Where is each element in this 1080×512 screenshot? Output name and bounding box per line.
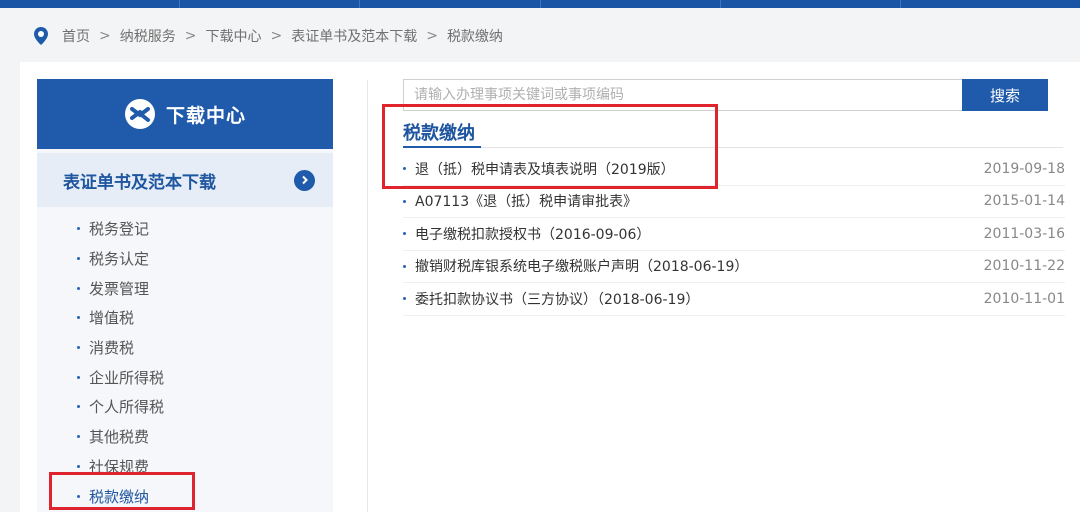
bullet-icon [403, 167, 406, 171]
breadcrumb-current[interactable]: 税款缴纳 [447, 26, 503, 46]
sidebar-item-label: 其他税费 [89, 428, 150, 447]
sidebar-item-label: 社保规费 [89, 457, 150, 476]
sidebar-item[interactable]: 个人所得税 [77, 392, 164, 422]
bullet-icon [77, 464, 80, 468]
sidebar-item[interactable]: 企业所得税 [77, 362, 164, 392]
bullet-icon [403, 199, 406, 203]
chevron-right-icon[interactable] [294, 169, 315, 191]
top-nav-segment[interactable] [180, 0, 361, 8]
document-row: 撤销财税库银系统电子缴税账户声明（2018-06-19） 2010-11-22 [403, 251, 1065, 283]
bullet-icon [403, 297, 406, 301]
sidebar-item[interactable]: 税务登记 [77, 214, 164, 244]
location-pin-icon [34, 26, 50, 46]
sidebar-category-label: 表证单书及范本下载 [63, 172, 216, 193]
document-date: 2010-11-22 [983, 258, 1065, 275]
top-nav-bar [0, 0, 1080, 8]
document-link[interactable]: 撤销财税库银系统电子缴税账户声明（2018-06-19） [415, 256, 748, 276]
bullet-icon [77, 375, 80, 379]
bullet-icon [77, 435, 80, 439]
top-nav-segment[interactable] [0, 0, 181, 8]
sidebar-item[interactable]: 社保规费 [77, 452, 164, 482]
document-row: 电子缴税扣款授权书（2016-09-06） 2011-03-16 [403, 218, 1065, 251]
document-date: 2011-03-16 [983, 225, 1065, 242]
top-nav-segment[interactable] [360, 0, 541, 8]
sidebar-item-label: 增值税 [89, 309, 135, 328]
top-nav-segment[interactable] [901, 0, 1080, 8]
breadcrumb-forms[interactable]: 表证单书及范本下载 [291, 26, 417, 46]
breadcrumb-separator: > [426, 28, 438, 44]
bullet-icon [77, 346, 80, 350]
document-row: 委托扣款协议书（三方协议）（2018-06-19） 2010-11-01 [403, 283, 1065, 316]
search-button[interactable]: 搜索 [962, 79, 1048, 111]
section-title: 税款缴纳 [403, 123, 475, 144]
document-date: 2019-09-18 [983, 160, 1065, 177]
download-center-logo-icon [124, 98, 156, 130]
document-link[interactable]: 退（抵）税申请表及填表说明（2019版） [415, 159, 675, 179]
breadcrumb-separator: > [184, 28, 197, 44]
document-list: 退（抵）税申请表及填表说明（2019版） 2019-09-18 A07113《退… [403, 153, 1065, 316]
sidebar-category[interactable]: 表证单书及范本下载 [37, 153, 333, 207]
section-title-underline [403, 146, 481, 148]
sidebar-list: 税务登记 税务认定 发票管理 增值税 消费税 企业所得税 个人所得税 其他税费 … [77, 214, 164, 511]
sidebar-header: 下载中心 [37, 79, 333, 149]
breadcrumb: 首页 > 纳税服务 > 下载中心 > 表证单书及范本下载 > 税款缴纳 [34, 26, 503, 46]
bullet-icon [77, 316, 80, 320]
divider [403, 147, 1063, 148]
sidebar-item-active[interactable]: 税款缴纳 [77, 481, 164, 511]
document-row: A07113《退（抵）税申请审批表》 2015-01-14 [403, 186, 1065, 218]
document-link[interactable]: A07113《退（抵）税申请审批表》 [415, 191, 637, 211]
search-input[interactable] [403, 79, 963, 111]
sidebar-item-label: 消费税 [89, 339, 135, 358]
main-content: 下载中心 表证单书及范本下载 税务登记 税务认定 发票管理 增值税 消费税 企业… [20, 62, 1080, 512]
sidebar-item-label: 税务认定 [89, 250, 150, 269]
bullet-icon [77, 286, 80, 290]
top-nav-segment[interactable] [721, 0, 901, 8]
breadcrumb-separator: > [99, 28, 111, 44]
breadcrumb-home[interactable]: 首页 [62, 26, 90, 46]
breadcrumb-tax-service[interactable]: 纳税服务 [120, 26, 176, 46]
document-date: 2015-01-14 [983, 193, 1065, 210]
divider [367, 80, 368, 512]
sidebar-item-label: 税务登记 [89, 220, 150, 239]
sidebar: 下载中心 表证单书及范本下载 税务登记 税务认定 发票管理 增值税 消费税 企业… [37, 79, 333, 512]
document-link[interactable]: 电子缴税扣款授权书（2016-09-06） [415, 224, 650, 244]
document-date: 2010-11-01 [983, 290, 1065, 307]
sidebar-item[interactable]: 其他税费 [77, 422, 164, 452]
breadcrumb-separator: > [270, 28, 283, 44]
sidebar-item-label: 个人所得税 [89, 398, 165, 417]
bullet-icon [77, 257, 80, 261]
sidebar-item[interactable]: 发票管理 [77, 273, 164, 303]
sidebar-item[interactable]: 消费税 [77, 333, 164, 363]
bullet-icon [77, 405, 80, 409]
sidebar-item[interactable]: 税务认定 [77, 244, 164, 274]
bullet-icon [403, 264, 406, 268]
sidebar-item-label: 企业所得税 [89, 368, 165, 387]
bullet-icon [77, 494, 80, 498]
sidebar-title: 下载中心 [165, 104, 246, 127]
bullet-icon [77, 227, 80, 231]
breadcrumb-download-center[interactable]: 下载中心 [205, 26, 261, 46]
sidebar-item-label: 税款缴纳 [89, 487, 150, 506]
sidebar-item-label: 发票管理 [89, 279, 150, 298]
bullet-icon [403, 232, 406, 236]
top-nav-segment[interactable] [541, 0, 721, 8]
document-link[interactable]: 委托扣款协议书（三方协议）（2018-06-19） [415, 289, 699, 309]
document-row: 退（抵）税申请表及填表说明（2019版） 2019-09-18 [403, 153, 1065, 186]
sidebar-item[interactable]: 增值税 [77, 303, 164, 333]
